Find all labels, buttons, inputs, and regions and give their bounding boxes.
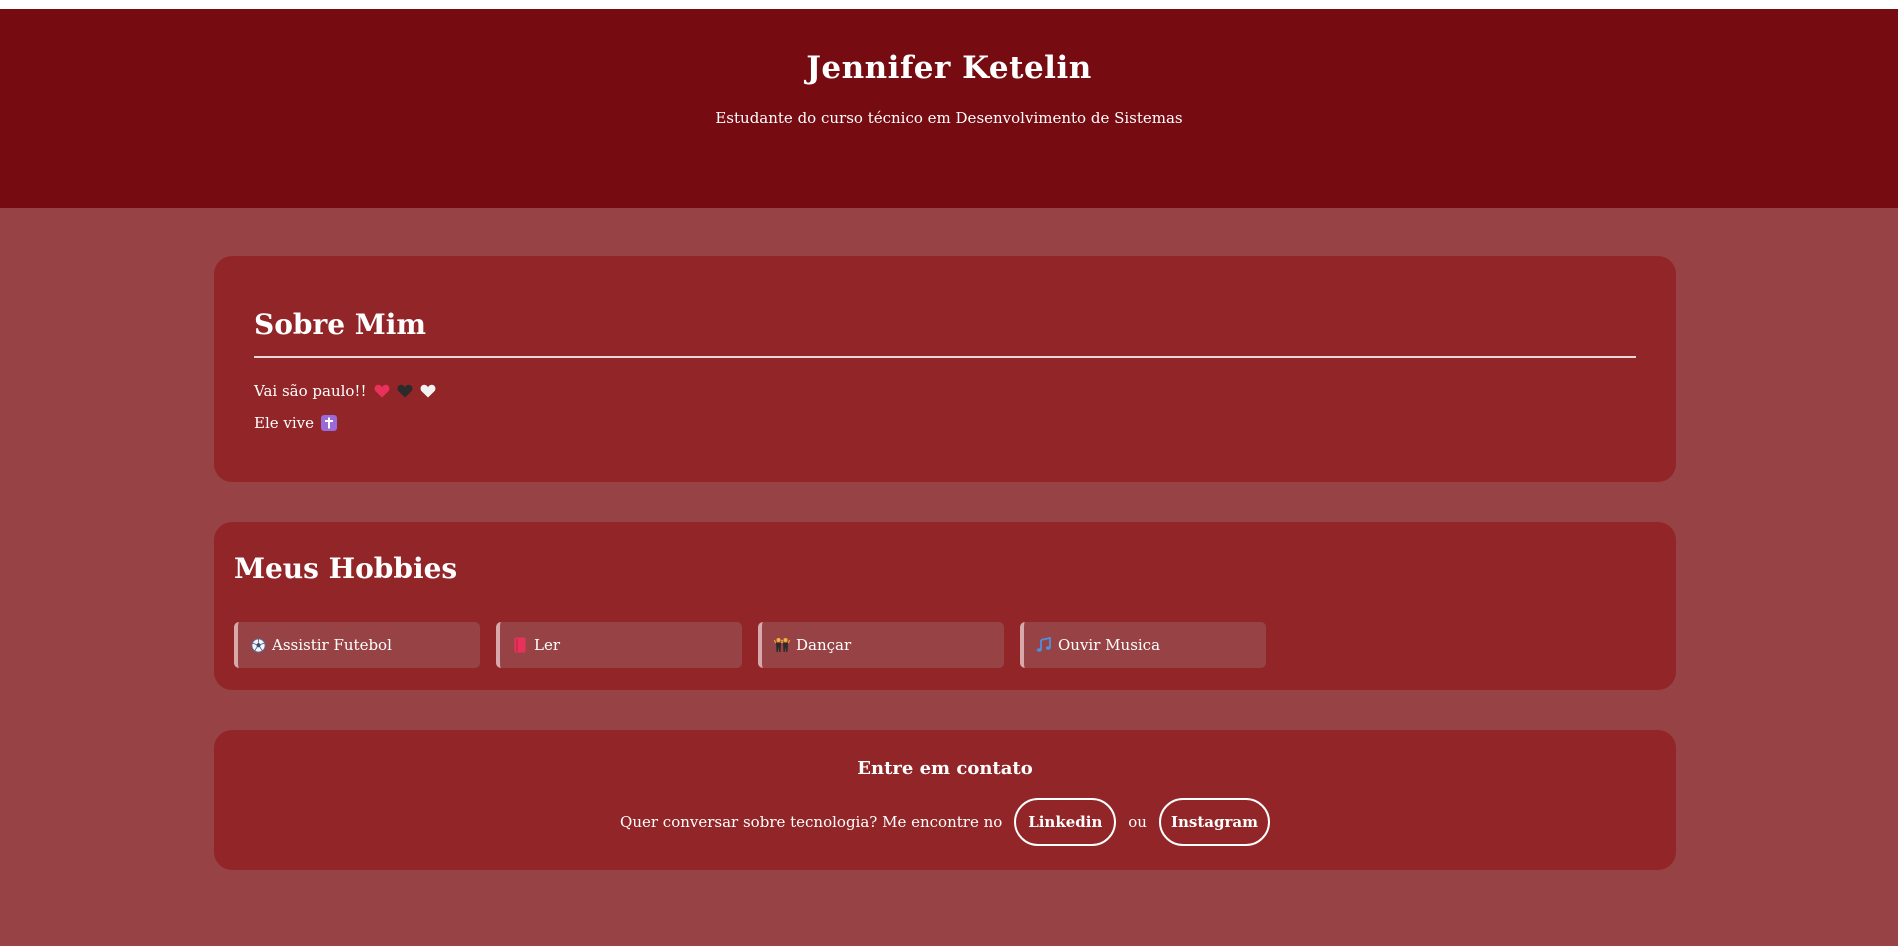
contact-card: Entre em contato Quer conversar sobre te…: [214, 730, 1676, 870]
about-line-2: Ele vive: [254, 414, 338, 432]
about-line-2-text: Ele vive: [254, 414, 315, 432]
hobby-item: Ler: [496, 622, 742, 668]
soccer-ball-icon: [250, 637, 266, 653]
book-icon: [512, 637, 528, 653]
contact-text: Quer conversar sobre tecnologia? Me enco…: [620, 813, 1003, 831]
top-strip: [0, 0, 1900, 9]
hobby-label: Ouvir Musica: [1058, 636, 1161, 654]
about-line-1-text: Vai são paulo!!: [254, 382, 367, 400]
hobbies-list: Assistir Futebol Ler Dançar Ouvir Musica: [234, 622, 1266, 668]
music-note-icon: [1036, 637, 1052, 653]
black-heart-icon: [397, 384, 413, 398]
page-title: Jennifer Ketelin: [806, 50, 1092, 86]
about-card: Sobre Mim Vai são paulo!! Ele vive: [214, 256, 1676, 482]
page-header: Jennifer Ketelin Estudante do curso técn…: [0, 9, 1898, 208]
contact-row: Quer conversar sobre tecnologia? Me enco…: [214, 798, 1676, 846]
about-title: Sobre Mim: [254, 308, 427, 341]
instagram-button[interactable]: Instagram: [1158, 798, 1270, 846]
red-heart-icon: [374, 384, 390, 398]
hobby-label: Assistir Futebol: [272, 636, 392, 654]
hobbies-card: Meus Hobbies Assistir Futebol Ler Dançar: [214, 522, 1676, 690]
hobby-item: Ouvir Musica: [1020, 622, 1266, 668]
latin-cross-icon: [321, 415, 338, 431]
contact-title: Entre em contato: [857, 758, 1033, 779]
linkedin-button[interactable]: Linkedin: [1014, 798, 1117, 846]
hobby-label: Dançar: [796, 636, 852, 654]
contact-separator: ou: [1128, 813, 1147, 831]
hobby-label: Ler: [534, 636, 561, 654]
hobbies-title: Meus Hobbies: [234, 552, 458, 585]
dancers-icon: [774, 637, 790, 653]
about-line-1: Vai são paulo!!: [254, 382, 436, 400]
page: Jennifer Ketelin Estudante do curso técn…: [0, 0, 1900, 946]
about-divider: [254, 356, 1636, 358]
hobby-item: Dançar: [758, 622, 1004, 668]
hobby-item: Assistir Futebol: [234, 622, 480, 668]
white-heart-icon: [420, 384, 436, 398]
page-subtitle: Estudante do curso técnico em Desenvolvi…: [715, 109, 1183, 127]
